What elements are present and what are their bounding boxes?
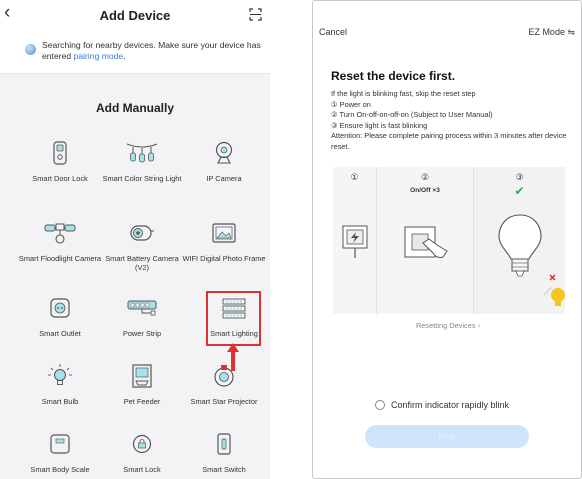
device-smart-body-scale[interactable]: Smart Body Scale (18, 431, 102, 474)
smart-lighting-highlight-box (206, 291, 261, 346)
reset-instructions: If the light is blinking fast, skip the … (331, 89, 571, 153)
instruction-line: Attention: Please complete pairing proce… (331, 131, 567, 151)
device-smart-battery-camera[interactable]: Smart Battery Camera (V2) (100, 220, 184, 272)
scan-icon[interactable] (249, 8, 262, 21)
power-strip-icon (125, 295, 159, 321)
step-toggle-switch: ② On/Off ×3 (376, 167, 474, 314)
bulb-icon (43, 363, 77, 389)
pairing-mode-link[interactable]: pairing mode (74, 51, 124, 61)
device-smart-star-projector[interactable]: Smart Star Projector (182, 363, 266, 406)
confirm-blink-option[interactable]: Confirm indicator rapidly blink (375, 400, 509, 410)
device-smart-switch[interactable]: Smart Switch (182, 431, 266, 474)
instruction-line: ③ Ensure light is fast blinking (331, 120, 428, 130)
page-title: Add Device (99, 8, 171, 23)
add-manually-heading: Add Manually (95, 101, 174, 115)
searching-spinner-icon (25, 44, 36, 55)
search-banner: Searching for nearby devices. Make sure … (0, 30, 270, 74)
battery-camera-icon (125, 220, 159, 246)
reset-heading: Reset the device first. (331, 69, 456, 83)
hand-switch-icon (404, 226, 448, 258)
device-smart-floodlight-camera[interactable]: Smart Floodlight Camera (18, 220, 102, 263)
ip-camera-icon (207, 140, 241, 166)
instruction-line: ② Turn On-off-on-off-on (Subject to User… (331, 110, 493, 120)
instruction-line: If the light is blinking fast, skip the … (331, 89, 476, 98)
next-button[interactable]: Next (365, 425, 529, 448)
confirm-radio[interactable] (375, 400, 385, 410)
reset-device-screen: Cancel EZ Mode ⇋ Reset the device first.… (312, 0, 582, 479)
device-smart-lock[interactable]: Smart Lock (100, 431, 184, 474)
power-socket-icon (342, 225, 368, 258)
door-lock-icon (43, 140, 77, 166)
check-icon: ✔ (514, 184, 525, 198)
floodlight-camera-icon (43, 220, 77, 246)
add-device-screen: ‹ Add Device Searching for nearby device… (0, 0, 270, 479)
pet-feeder-icon (125, 363, 159, 389)
photo-frame-icon (207, 220, 241, 246)
device-pet-feeder[interactable]: Pet Feeder (100, 363, 184, 406)
device-smart-bulb[interactable]: Smart Bulb (18, 363, 102, 406)
device-smart-outlet[interactable]: Smart Outlet (18, 295, 102, 338)
device-smart-door-lock[interactable]: Smart Door Lock (18, 140, 102, 183)
reset-steps-illustration: ① ② On/Off ×3 ③ ✔ (333, 167, 565, 314)
step-fast-blink: ③ ✔ (474, 167, 565, 314)
device-power-strip[interactable]: Power Strip (100, 295, 184, 338)
blinking-bulb-icon (544, 274, 565, 306)
body-scale-icon (43, 431, 77, 457)
search-message: Searching for nearby devices. Make sure … (42, 40, 261, 61)
smart-lock-icon (125, 431, 159, 457)
device-smart-color-string-light[interactable]: Smart Color String Light (100, 140, 184, 183)
instruction-line: ① Power on (331, 99, 371, 109)
step-power-on: ① (333, 167, 376, 314)
header-bar: ‹ Add Device (0, 0, 270, 30)
cancel-button[interactable]: Cancel (319, 27, 347, 37)
light-bulb-icon (498, 214, 542, 277)
confirm-label: Confirm indicator rapidly blink (391, 400, 510, 410)
device-ip-camera[interactable]: IP Camera (182, 140, 266, 183)
device-wifi-digital-photo-frame[interactable]: WIFI Digital Photo Frame (182, 220, 266, 263)
resetting-devices-link[interactable]: Resetting Devices › (313, 321, 581, 330)
switch-icon (207, 431, 241, 457)
string-light-icon (125, 140, 159, 166)
ez-mode-toggle[interactable]: EZ Mode ⇋ (528, 27, 575, 38)
arrow-up-icon (227, 343, 239, 371)
outlet-icon (43, 295, 77, 321)
